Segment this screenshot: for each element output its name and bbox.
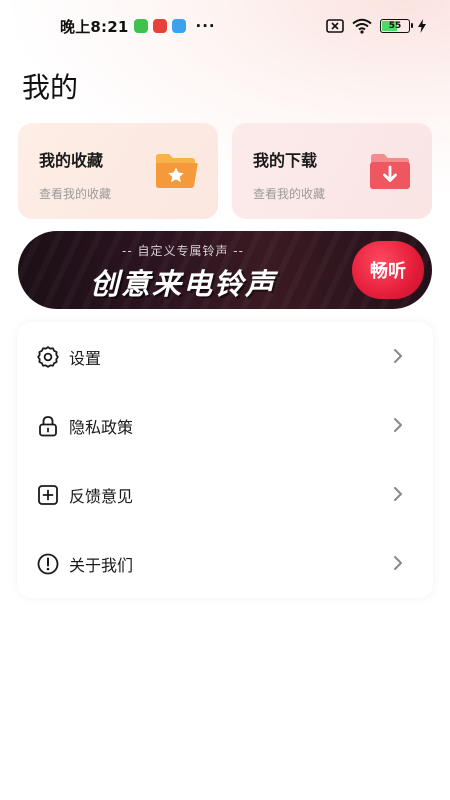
shortcut-cards: 我的收藏 查看我的收藏 我的下载 查看我的收藏: [18, 123, 432, 219]
menu-label-about: 关于我们: [69, 555, 134, 575]
chevron-right-icon: [394, 349, 402, 363]
settings-menu: 设置 隐私政策 反馈意见 关于我们: [17, 322, 433, 598]
app-notification-icon-2: [171, 19, 186, 33]
menu-label-feedback: 反馈意见: [69, 486, 134, 506]
info-icon: [35, 551, 61, 577]
status-indicators: 55: [326, 18, 426, 34]
app-notification-icon: [152, 19, 167, 33]
plus-box-icon: [35, 482, 61, 508]
ringtone-banner[interactable]: -- 自定义专属铃声 -- 创意来电铃声 畅听: [18, 231, 432, 309]
menu-label-settings: 设置: [69, 348, 102, 368]
no-sim-icon: [326, 19, 344, 33]
page-title: 我的: [22, 71, 79, 104]
battery-indicator: 55: [380, 19, 413, 33]
wifi-icon: [352, 18, 372, 34]
menu-item-about[interactable]: 关于我们: [17, 529, 433, 598]
more-notifications-icon: ···: [195, 17, 216, 35]
favorites-card[interactable]: 我的收藏 查看我的收藏: [18, 123, 218, 219]
wechat-notification-icon: [133, 19, 148, 33]
charging-icon: [418, 19, 426, 33]
banner-title: 创意来电铃声: [90, 267, 277, 301]
lock-icon: [35, 413, 61, 439]
banner-subtitle: -- 自定义专属铃声 --: [122, 244, 244, 258]
listen-button[interactable]: 畅听: [352, 241, 424, 299]
gear-icon: [35, 344, 61, 370]
menu-item-feedback[interactable]: 反馈意见: [17, 460, 433, 529]
star-folder-icon: [156, 154, 198, 188]
chevron-right-icon: [394, 487, 402, 501]
menu-label-privacy: 隐私政策: [69, 417, 134, 437]
menu-item-settings[interactable]: 设置: [17, 322, 433, 391]
battery-level: 55: [388, 21, 402, 31]
menu-item-privacy[interactable]: 隐私政策: [17, 391, 433, 460]
downloads-card[interactable]: 我的下载 查看我的收藏: [232, 123, 432, 219]
chevron-right-icon: [394, 556, 402, 570]
download-folder-icon: [370, 154, 410, 189]
status-bar: 晚上8:21 ··· 55: [0, 0, 450, 52]
status-time: 晚上8:21: [60, 17, 129, 36]
chevron-right-icon: [394, 418, 402, 432]
